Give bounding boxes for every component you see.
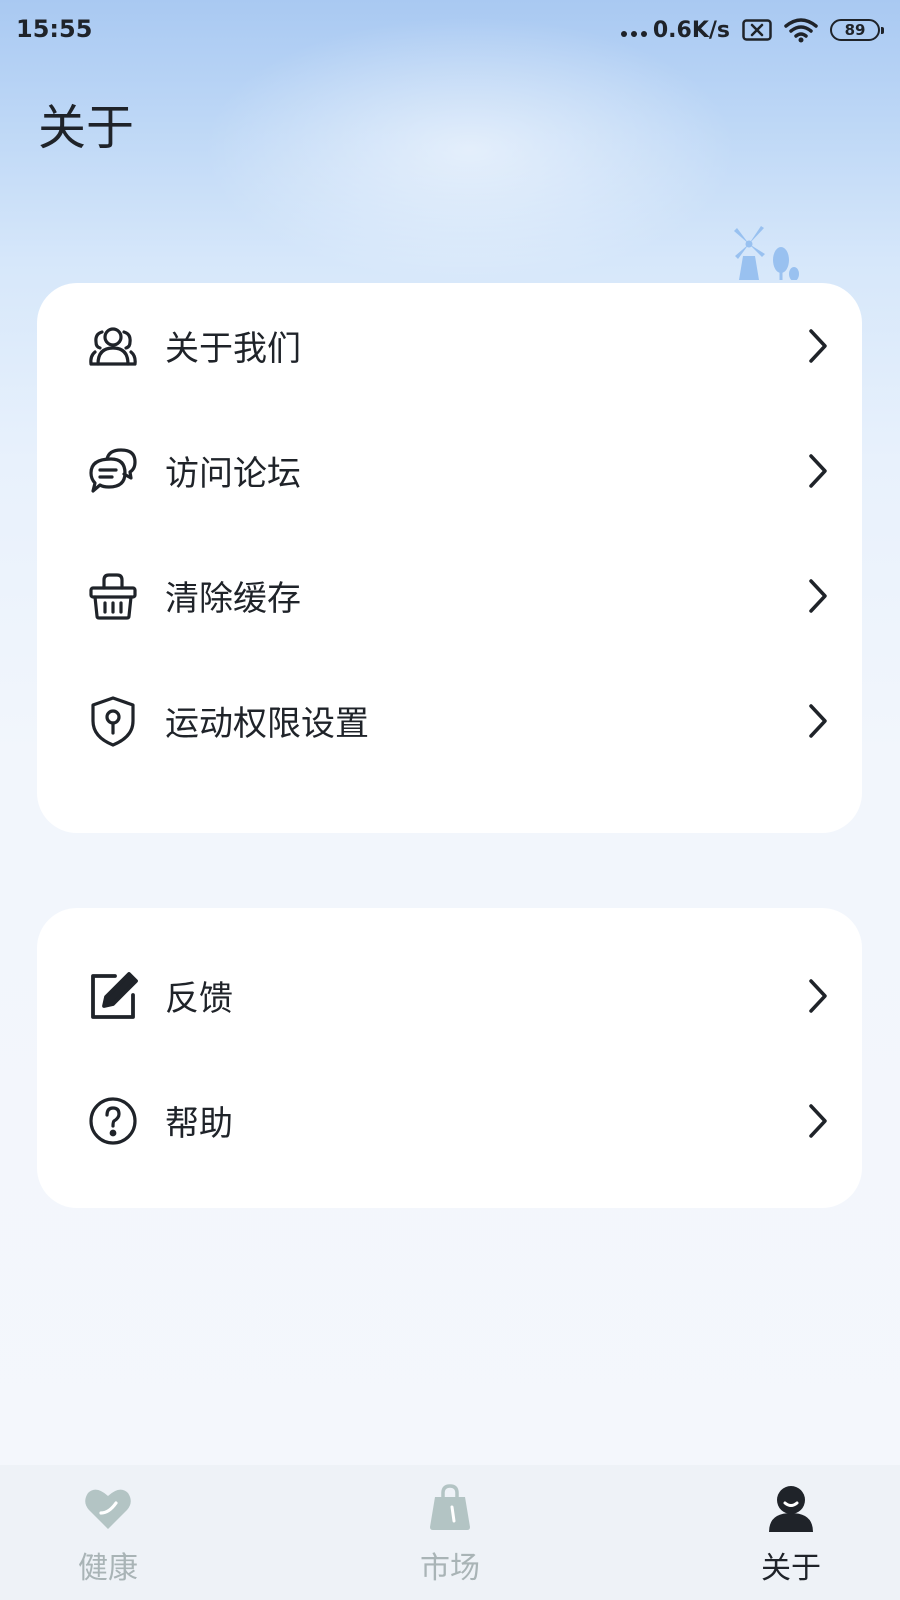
menu-label-motion-permission: 运动权限设置 <box>165 704 369 744</box>
menu-label-feedback: 反馈 <box>165 979 233 1019</box>
tab-label-health: 健康 <box>78 1551 138 1586</box>
chevron-right-icon <box>802 976 832 1016</box>
menu-item-visit-forum[interactable]: 访问论坛 <box>37 408 862 533</box>
menu-item-feedback[interactable]: 反馈 <box>37 933 862 1058</box>
chevron-right-icon <box>802 326 832 366</box>
chevron-right-icon <box>802 701 832 741</box>
battery-level: 89 <box>844 20 866 39</box>
tab-label-about: 关于 <box>761 1551 821 1586</box>
settings-card-support: 反馈 帮助 <box>37 908 862 1208</box>
tab-health[interactable]: 健康 <box>38 1465 178 1600</box>
menu-label-about-us: 关于我们 <box>165 329 301 369</box>
settings-card-main: 关于我们 访问论坛 清除缓存 运动权限设置 <box>37 283 862 833</box>
no-sim-icon <box>742 19 772 41</box>
menu-item-motion-permission[interactable]: 运动权限设置 <box>37 658 862 783</box>
signal-dots-icon <box>620 20 647 40</box>
menu-item-about-us[interactable]: 关于我们 <box>37 283 862 408</box>
shopping-bag-icon <box>425 1483 475 1533</box>
page-title: 关于 <box>38 100 135 156</box>
wifi-icon <box>784 18 818 43</box>
network-speed: 0.6K/s <box>652 17 730 43</box>
menu-item-clear-cache[interactable]: 清除缓存 <box>37 533 862 658</box>
heart-icon <box>83 1483 133 1533</box>
menu-label-visit-forum: 访问论坛 <box>165 454 301 494</box>
person-icon <box>766 1483 816 1533</box>
help-circle-icon <box>87 1095 139 1147</box>
bottom-tab-bar: 健康 市场 关于 <box>0 1465 900 1600</box>
windmill-icon <box>734 226 799 280</box>
basket-icon <box>87 570 139 622</box>
menu-label-help: 帮助 <box>165 1104 233 1144</box>
menu-label-clear-cache: 清除缓存 <box>165 579 301 619</box>
status-indicators: 0.6K/s 89 <box>620 14 884 46</box>
battery-icon: 89 <box>830 19 884 41</box>
tab-label-market: 市场 <box>420 1551 480 1586</box>
status-time: 15:55 <box>16 15 93 43</box>
edit-icon <box>87 970 139 1022</box>
chevron-right-icon <box>802 1101 832 1141</box>
status-bar: 15:55 0.6K/s 89 <box>0 0 900 62</box>
menu-item-help[interactable]: 帮助 <box>37 1058 862 1183</box>
forum-chat-icon <box>87 445 139 497</box>
tab-market[interactable]: 市场 <box>380 1465 520 1600</box>
shield-key-icon <box>87 695 139 747</box>
tab-about[interactable]: 关于 <box>721 1465 861 1600</box>
chevron-right-icon <box>802 451 832 491</box>
chevron-right-icon <box>802 576 832 616</box>
users-icon <box>87 320 139 372</box>
